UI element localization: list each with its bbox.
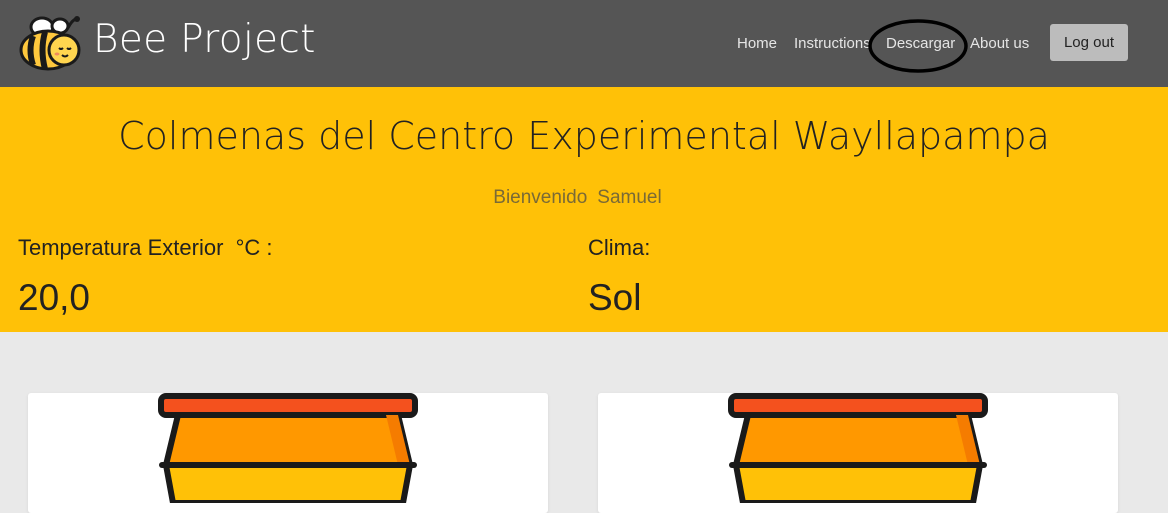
nav-link-instructions[interactable]: Instructions (794, 35, 871, 52)
hive-card[interactable] (598, 393, 1118, 513)
nav-link-about[interactable]: About us (970, 35, 1029, 52)
navbar: Bee Project Home Instructions Descargar … (0, 0, 1168, 87)
bee-logo-icon[interactable] (16, 14, 84, 72)
user-name: Samuel (597, 187, 662, 208)
page-title: Colmenas del Centro Experimental Wayllap… (118, 114, 1050, 158)
brand-title[interactable]: Bee Project (93, 17, 316, 62)
logout-button[interactable]: Log out (1050, 24, 1128, 61)
beehive-icon (158, 393, 418, 503)
nav-link-descargar[interactable]: Descargar (886, 35, 955, 52)
hero-section: Colmenas del Centro Experimental Wayllap… (0, 87, 1168, 332)
welcome-word: Bienvenido (493, 187, 588, 208)
beehive-icon (728, 393, 988, 503)
temperature-label: Temperatura Exterior °C : (18, 235, 273, 260)
weather-label: Clima: (588, 235, 651, 260)
weather-value: Sol (588, 277, 642, 318)
temperature-value: 20,0 (18, 277, 91, 318)
nav-link-home[interactable]: Home (737, 35, 777, 52)
welcome-message: Bienvenido Samuel (0, 187, 1155, 209)
hive-card[interactable] (28, 393, 548, 513)
